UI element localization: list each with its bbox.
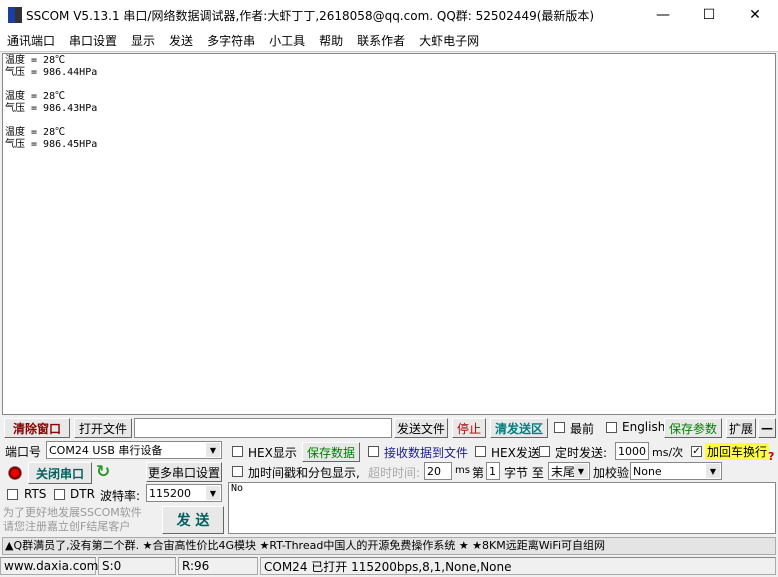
byte-prefix: 第 xyxy=(472,466,485,480)
stop-button[interactable]: 停止 xyxy=(452,418,486,438)
checksum-label: 加校验 xyxy=(593,466,630,480)
byte-to-value: 末尾 xyxy=(551,464,576,479)
status-website[interactable]: www.daxia.com xyxy=(0,557,98,575)
menu-item[interactable]: 串口设置 xyxy=(62,32,124,49)
menu-item[interactable]: 多字符串 xyxy=(200,32,262,49)
refresh-icon[interactable]: ↻ xyxy=(96,462,110,482)
menu-item[interactable]: 帮助 xyxy=(312,32,350,49)
interval-input[interactable]: 1000 xyxy=(615,442,649,460)
english-checkbox[interactable] xyxy=(606,422,617,433)
close-port-button[interactable]: 关闭串口 xyxy=(28,462,92,484)
clear-send-button[interactable]: 清发送区 xyxy=(490,418,548,438)
timeout-label: 超时时间: xyxy=(368,466,421,480)
rts-label: RTS xyxy=(24,487,47,501)
byte-from-input[interactable]: 1 xyxy=(486,462,500,480)
status-received: R:96 xyxy=(178,557,258,575)
baud-value: 115200 xyxy=(149,486,191,500)
chevron-down-icon: ▼ xyxy=(574,464,588,478)
topmost-label: 最前 xyxy=(570,422,595,436)
menu-bar: 通讯端口 串口设置 显示 发送 多字符串 小工具 帮助 联系作者 大虾电子网 xyxy=(0,30,778,52)
timeout-unit: ms xyxy=(455,465,470,476)
send-button[interactable]: 发 送 xyxy=(162,506,224,534)
dtr-checkbox[interactable] xyxy=(54,489,65,500)
app-logo-icon xyxy=(8,7,22,23)
port-value: COM24 USB 串行设备 xyxy=(49,444,163,457)
add-crlf-label: 加回车换行 xyxy=(705,443,770,460)
save-params-button[interactable]: 保存参数 xyxy=(664,418,722,438)
timestamp-label: 加时间戳和分包显示, xyxy=(248,466,360,480)
baud-select[interactable]: 115200 ▼ xyxy=(146,484,222,502)
menu-item[interactable]: 通讯端口 xyxy=(0,32,62,49)
dtr-label: DTR xyxy=(70,487,95,501)
checksum-value: None xyxy=(633,464,662,478)
chevron-down-icon: ▼ xyxy=(206,486,220,500)
hex-display-checkbox[interactable] xyxy=(232,446,243,457)
receive-area[interactable]: 温度 = 28℃ 气压 = 986.44HPa 温度 = 28℃ 气压 = 98… xyxy=(2,53,776,415)
menu-item[interactable]: 小工具 xyxy=(262,32,312,49)
maximize-button[interactable]: ☐ xyxy=(686,0,732,30)
status-sent: S:0 xyxy=(98,557,176,575)
expand-button[interactable]: 扩展 xyxy=(726,418,756,438)
port-label: 端口号 xyxy=(5,445,42,459)
hex-send-checkbox[interactable] xyxy=(475,446,486,457)
hex-display-label: HEX显示 xyxy=(248,446,297,460)
hex-send-label: HEX发送 xyxy=(491,446,540,460)
clear-window-button[interactable]: 清除窗口 xyxy=(4,418,70,438)
chevron-down-icon: ▼ xyxy=(206,443,220,457)
menu-item[interactable]: 联系作者 xyxy=(350,32,412,49)
send-text-area[interactable]: No xyxy=(228,482,776,534)
close-button[interactable]: ✕ xyxy=(732,0,778,30)
more-port-settings-button[interactable]: 更多串口设置 xyxy=(146,462,222,482)
save-data-button[interactable]: 保存数据 xyxy=(302,442,360,462)
chevron-down-icon: ▼ xyxy=(706,464,720,478)
baud-label: 波特率: xyxy=(100,489,141,503)
recv-to-file-label[interactable]: 接收数据到文件 xyxy=(384,444,468,461)
status-bar: www.daxia.com S:0 R:96 COM24 已打开 115200b… xyxy=(0,557,778,577)
byte-label: 字节 至 xyxy=(504,466,544,480)
add-crlf-checkbox[interactable]: ✓ xyxy=(691,446,702,457)
menu-item[interactable]: 大虾电子网 xyxy=(412,32,486,49)
help-icon[interactable]: ? xyxy=(768,450,774,463)
recv-to-file-checkbox[interactable] xyxy=(368,446,379,457)
timed-send-label: 定时发送: xyxy=(555,446,608,460)
timed-send-checkbox[interactable] xyxy=(539,446,550,457)
rts-checkbox[interactable] xyxy=(7,489,18,500)
send-text: No xyxy=(231,483,244,494)
ad-bar[interactable]: ▲Q群满员了,没有第二个群. ★合宙高性价比4G模块 ★RT-Thread中国人… xyxy=(2,537,776,555)
port-status-indicator-icon xyxy=(8,466,22,480)
status-port: COM24 已打开 115200bps,8,1,None,None xyxy=(260,557,776,575)
collapse-button[interactable]: — xyxy=(758,418,776,438)
file-path-input[interactable] xyxy=(134,418,392,438)
menu-item[interactable]: 发送 xyxy=(162,32,200,49)
title-bar: SSCOM V5.13.1 串口/网络数据调试器,作者:大虾丁丁,2618058… xyxy=(0,0,778,30)
timestamp-checkbox[interactable] xyxy=(232,466,243,477)
byte-to-select[interactable]: 末尾 ▼ xyxy=(548,462,590,480)
open-file-button[interactable]: 打开文件 xyxy=(74,418,132,438)
timeout-input[interactable]: 20 xyxy=(424,462,452,480)
interval-unit: ms/次 xyxy=(652,446,684,459)
minimize-button[interactable]: — xyxy=(640,0,686,30)
port-select[interactable]: COM24 USB 串行设备 ▼ xyxy=(46,441,222,459)
menu-item[interactable]: 显示 xyxy=(124,32,162,49)
promo-text[interactable]: 为了更好地发展SSCOM软件 请您注册嘉立创F结尾客户 xyxy=(3,506,142,534)
english-label: English xyxy=(622,420,666,434)
topmost-checkbox[interactable] xyxy=(554,422,565,433)
window-title: SSCOM V5.13.1 串口/网络数据调试器,作者:大虾丁丁,2618058… xyxy=(26,8,595,23)
checksum-select[interactable]: None ▼ xyxy=(630,462,722,480)
send-file-button[interactable]: 发送文件 xyxy=(394,418,448,438)
